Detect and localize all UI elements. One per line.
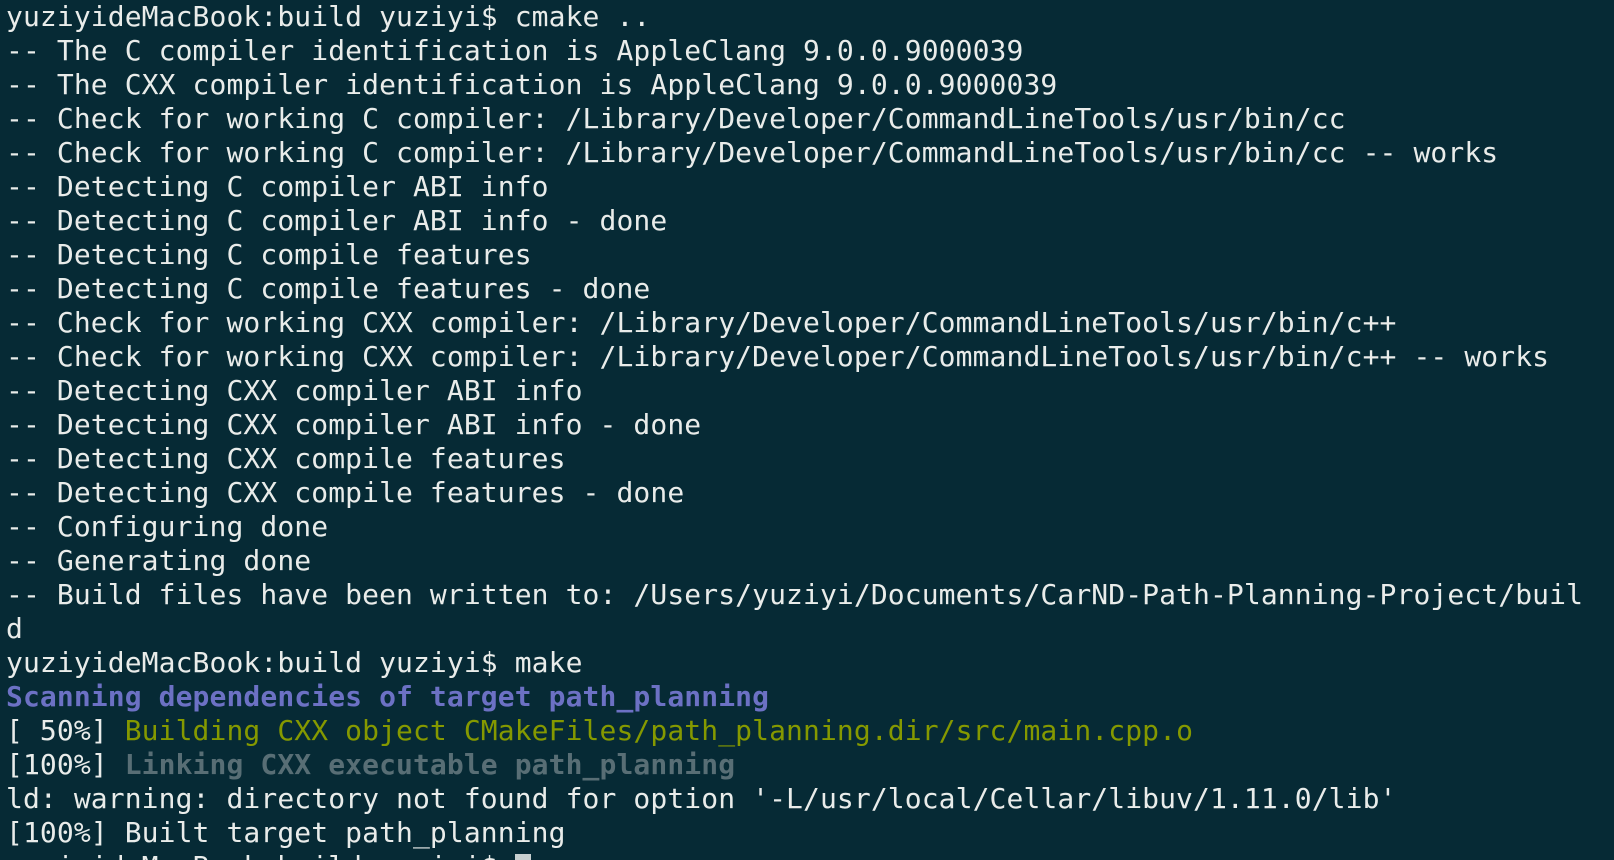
- terminal-line: -- Build files have been written to: /Us…: [6, 578, 1584, 611]
- terminal-line: -- The C compiler identification is Appl…: [6, 34, 1024, 67]
- built-target-line: [100%] Built target path_planning: [6, 816, 566, 849]
- scanning-dependencies-line: Scanning dependencies of target path_pla…: [6, 680, 770, 713]
- terminal-line: -- Detecting C compiler ABI info - done: [6, 204, 668, 237]
- prompt-text: yuziyideMacBook:build yuziyi$: [6, 850, 515, 860]
- terminal-line: yuziyideMacBook:build yuziyi$ cmake ..: [6, 0, 651, 33]
- terminal-line: -- Detecting C compiler ABI info: [6, 170, 549, 203]
- progress-prefix: [ 50%]: [6, 714, 125, 747]
- linking-executable-text: Linking CXX executable path_planning: [124, 748, 736, 781]
- terminal-line: -- Detecting CXX compile features: [6, 442, 566, 475]
- link-progress-line: [100%] Linking CXX executable path_plann…: [6, 748, 1614, 782]
- terminal-line: -- Detecting CXX compile features - done: [6, 476, 685, 509]
- build-progress-line: [ 50%] Building CXX object CMakeFiles/pa…: [6, 714, 1614, 748]
- terminal-line: -- Configuring done: [6, 510, 329, 543]
- terminal-line: -- Generating done: [6, 544, 312, 577]
- terminal-window[interactable]: yuziyideMacBook:build yuziyi$ cmake .. -…: [0, 0, 1614, 860]
- terminal-line: d: [6, 612, 23, 645]
- text-cursor: [514, 854, 531, 860]
- terminal-line: yuziyideMacBook:build yuziyi$ make: [6, 646, 583, 679]
- building-object-text: Building CXX object CMakeFiles/path_plan…: [124, 714, 1194, 747]
- terminal-line: -- Check for working CXX compiler: /Libr…: [6, 340, 1550, 373]
- terminal-line: -- Check for working CXX compiler: /Libr…: [6, 306, 1397, 339]
- progress-prefix: [100%]: [6, 748, 125, 781]
- terminal-line: -- Check for working C compiler: /Librar…: [6, 102, 1346, 135]
- terminal-line: -- Detecting CXX compiler ABI info: [6, 374, 583, 407]
- terminal-line: -- Detecting C compile features: [6, 238, 532, 271]
- terminal-line: -- Detecting CXX compiler ABI info - don…: [6, 408, 702, 441]
- terminal-line: -- The CXX compiler identification is Ap…: [6, 68, 1058, 101]
- linker-warning-line: ld: warning: directory not found for opt…: [6, 782, 1397, 815]
- terminal-line: -- Detecting C compile features - done: [6, 272, 651, 305]
- terminal-line: -- Check for working C compiler: /Librar…: [6, 136, 1499, 169]
- command-prompt-line[interactable]: yuziyideMacBook:build yuziyi$: [6, 850, 1614, 860]
